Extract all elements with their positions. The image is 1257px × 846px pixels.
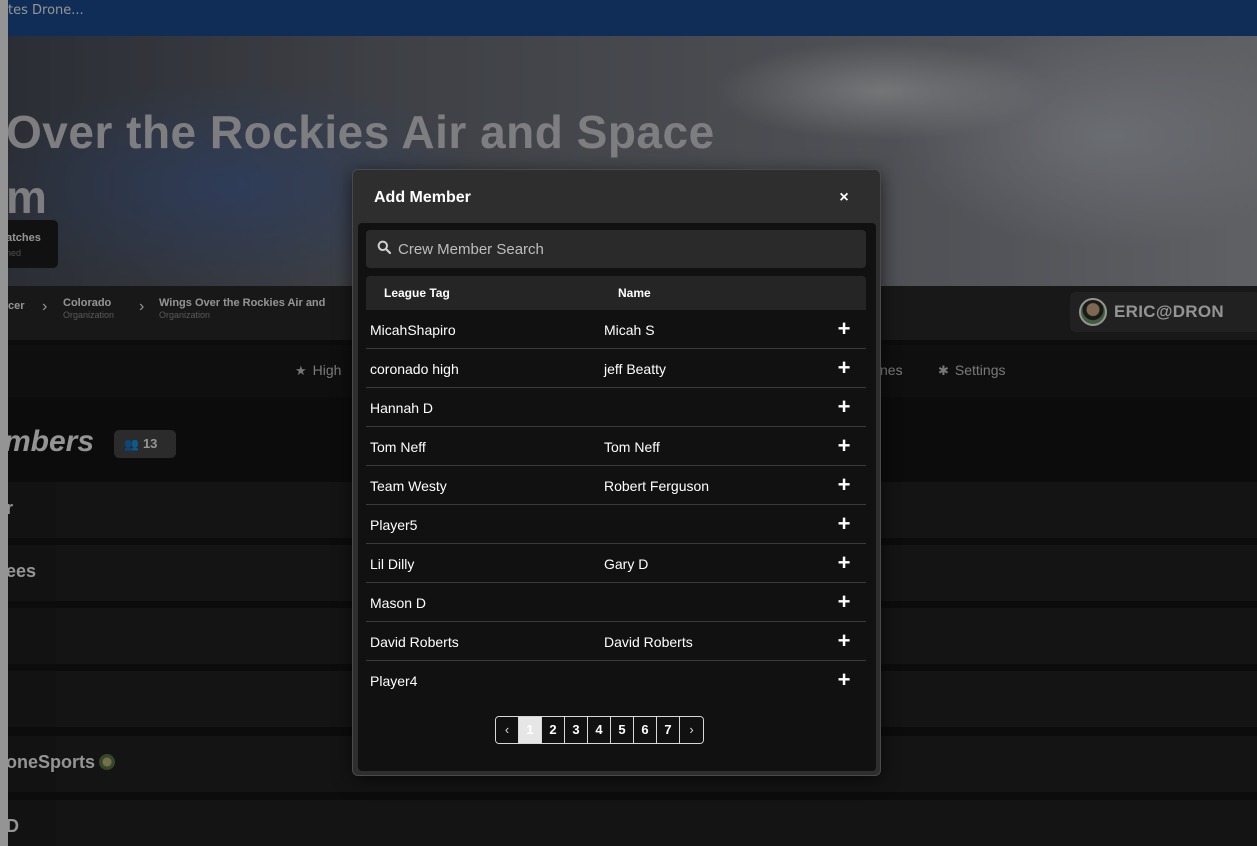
page-button-6[interactable]: 6 (634, 717, 657, 743)
table-row: Player4 + (366, 661, 866, 700)
column-header-name: Name (618, 286, 651, 300)
page-button-3[interactable]: 3 (565, 717, 588, 743)
results-table-body: MicahShapiro Micah S + coronado high jeff B… (366, 310, 866, 700)
league-tag-cell: Tom Neff (370, 439, 426, 455)
add-member-button[interactable]: + (830, 432, 858, 460)
league-tag-cell: Mason D (370, 595, 427, 611)
add-member-button[interactable]: + (830, 666, 858, 694)
add-member-button[interactable]: + (830, 393, 858, 421)
league-tag-cell: Team Westy (370, 478, 447, 494)
name-cell: Gary D (604, 556, 649, 572)
name-cell: jeff Beatty (604, 361, 667, 377)
name-cell: David Roberts (604, 634, 693, 650)
league-tag-cell: Hannah D (370, 400, 434, 416)
table-row: Lil Dilly Gary D + (366, 544, 866, 583)
pagination: ‹ 1 2 3 4 5 6 7 › (495, 716, 704, 744)
table-row: MicahShapiro Micah S + (366, 310, 866, 349)
table-row: Mason D + (366, 583, 866, 622)
page-button-4[interactable]: 4 (588, 717, 611, 743)
search-field (366, 230, 866, 268)
add-member-dialog: Add Member × League Tag Name MicahShapir… (352, 169, 881, 776)
table-header: League Tag Name (366, 276, 866, 310)
dialog-title: Add Member (374, 189, 471, 206)
add-member-button[interactable]: + (830, 471, 858, 499)
add-member-button[interactable]: + (830, 627, 858, 655)
table-row: Tom Neff Tom Neff + (366, 427, 866, 466)
add-member-button[interactable]: + (830, 354, 858, 382)
table-row: Team Westy Robert Ferguson + (366, 466, 866, 505)
add-member-button[interactable]: + (830, 315, 858, 343)
page-button-1[interactable]: 1 (519, 717, 542, 743)
page-button-5[interactable]: 5 (611, 717, 634, 743)
league-tag-cell: Lil Dilly (370, 556, 415, 572)
add-member-button[interactable]: + (830, 510, 858, 538)
column-header-league-tag: League Tag (384, 286, 450, 300)
search-icon (377, 240, 391, 254)
league-tag-cell: Player5 (370, 517, 418, 533)
page-button-7[interactable]: 7 (657, 717, 680, 743)
league-tag-cell: David Roberts (370, 634, 459, 650)
page-button-2[interactable]: 2 (542, 717, 565, 743)
add-member-button[interactable]: + (830, 588, 858, 616)
table-row: Player5 + (366, 505, 866, 544)
table-row: David Roberts David Roberts + (366, 622, 866, 661)
next-page-button[interactable]: › (680, 717, 703, 743)
crew-member-search-input[interactable] (398, 230, 858, 268)
league-tag-cell: MicahShapiro (370, 322, 456, 338)
name-cell: Micah S (604, 322, 655, 338)
name-cell: Robert Ferguson (604, 478, 710, 494)
table-row: coronado high jeff Beatty + (366, 349, 866, 388)
league-tag-cell: coronado high (370, 361, 459, 377)
close-button[interactable]: × (833, 187, 855, 209)
table-row: Hannah D + (366, 388, 866, 427)
league-tag-cell: Player4 (370, 673, 418, 689)
dialog-body: League Tag Name MicahShapiro Micah S + cor… (358, 223, 876, 771)
add-member-button[interactable]: + (830, 549, 858, 577)
prev-page-button[interactable]: ‹ (496, 717, 519, 743)
name-cell: Tom Neff (604, 439, 660, 455)
